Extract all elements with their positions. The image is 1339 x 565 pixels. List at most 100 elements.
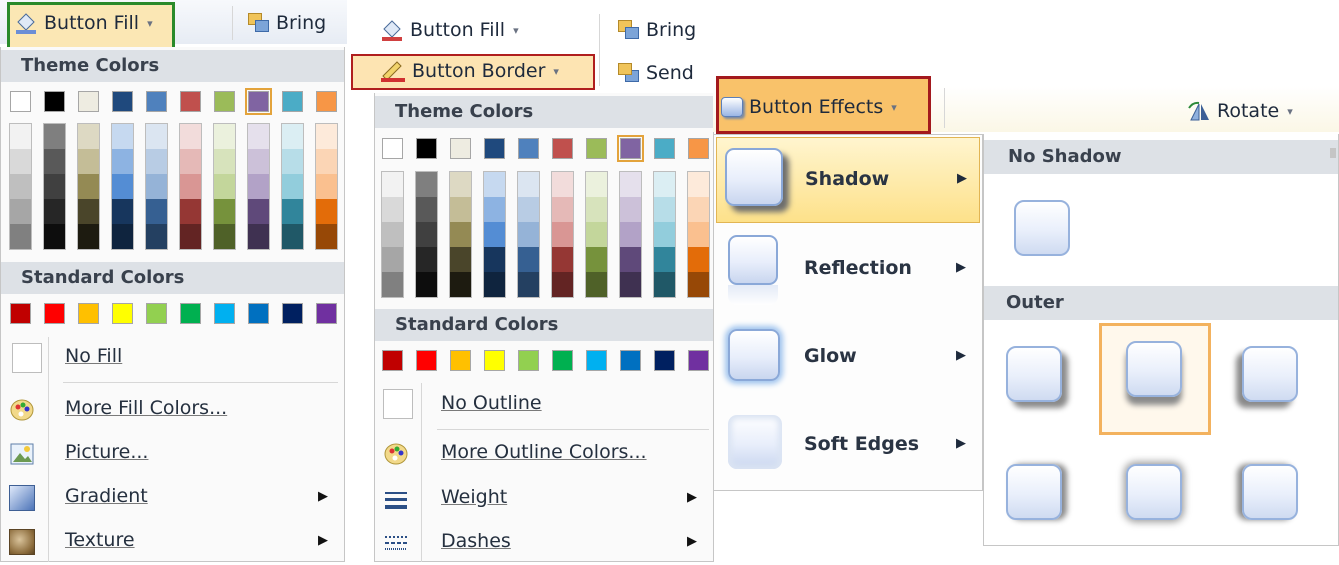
standard-color-swatch[interactable] xyxy=(450,350,471,371)
theme-shade-swatch[interactable] xyxy=(688,272,709,297)
theme-shade-swatch[interactable] xyxy=(44,224,65,249)
no-shadow-option[interactable] xyxy=(1014,200,1070,256)
theme-shade-swatch[interactable] xyxy=(10,199,31,224)
theme-shade-swatch[interactable] xyxy=(586,172,607,197)
theme-shade-swatch[interactable] xyxy=(112,124,133,149)
theme-shade-swatch[interactable] xyxy=(484,197,505,222)
theme-shade-swatch[interactable] xyxy=(44,174,65,199)
outer-shadow-option-6[interactable] xyxy=(1242,464,1298,520)
theme-color-swatch[interactable] xyxy=(316,91,337,112)
theme-shade-swatch[interactable] xyxy=(146,224,167,249)
scrollbar-thumb[interactable] xyxy=(1330,148,1336,158)
theme-color-swatch[interactable] xyxy=(180,91,201,112)
theme-shade-swatch[interactable] xyxy=(688,197,709,222)
effect-item-reflection[interactable]: Reflection ▶ xyxy=(716,227,980,313)
theme-shade-swatch[interactable] xyxy=(688,172,709,197)
theme-shade-swatch[interactable] xyxy=(484,272,505,297)
theme-shade-swatch[interactable] xyxy=(248,174,269,199)
theme-shade-swatch[interactable] xyxy=(654,247,675,272)
theme-shade-swatch[interactable] xyxy=(10,224,31,249)
theme-shade-swatch[interactable] xyxy=(620,197,641,222)
theme-shade-swatch[interactable] xyxy=(450,197,471,222)
theme-shade-swatch[interactable] xyxy=(316,149,337,174)
theme-shade-swatch[interactable] xyxy=(518,222,539,247)
theme-shade-swatch[interactable] xyxy=(10,124,31,149)
theme-shade-swatch[interactable] xyxy=(620,172,641,197)
outer-shadow-option-1[interactable] xyxy=(1006,346,1062,402)
chevron-down-icon[interactable]: ▾ xyxy=(891,101,897,114)
theme-shade-swatch[interactable] xyxy=(484,222,505,247)
menu-item-more-outline-colors[interactable]: More Outline Colors... xyxy=(375,432,713,476)
theme-shade-swatch[interactable] xyxy=(552,222,573,247)
theme-color-swatch[interactable] xyxy=(245,88,272,115)
theme-shade-swatch[interactable] xyxy=(10,174,31,199)
theme-color-swatch[interactable] xyxy=(416,138,437,159)
theme-color-swatch[interactable] xyxy=(44,91,65,112)
effect-item-glow[interactable]: Glow ▶ xyxy=(716,315,980,401)
theme-shade-swatch[interactable] xyxy=(112,149,133,174)
theme-color-swatch[interactable] xyxy=(518,138,539,159)
standard-color-swatch[interactable] xyxy=(654,350,675,371)
theme-shade-swatch[interactable] xyxy=(282,199,303,224)
theme-color-swatch[interactable] xyxy=(382,138,403,159)
chevron-down-icon[interactable]: ▾ xyxy=(1287,105,1293,118)
standard-color-swatch[interactable] xyxy=(112,303,133,324)
theme-shade-swatch[interactable] xyxy=(552,247,573,272)
chevron-down-icon[interactable]: ▾ xyxy=(553,65,559,78)
theme-shade-swatch[interactable] xyxy=(586,197,607,222)
theme-color-swatch[interactable] xyxy=(484,138,505,159)
standard-color-swatch[interactable] xyxy=(180,303,201,324)
theme-shade-swatch[interactable] xyxy=(112,199,133,224)
theme-shade-swatch[interactable] xyxy=(518,272,539,297)
theme-shade-swatch[interactable] xyxy=(10,149,31,174)
theme-shade-swatch[interactable] xyxy=(44,199,65,224)
standard-color-swatch[interactable] xyxy=(518,350,539,371)
standard-color-swatch[interactable] xyxy=(688,350,709,371)
menu-item-dashes[interactable]: Dashes ▶ xyxy=(375,521,713,565)
menu-item-texture[interactable]: Texture ▶ xyxy=(1,520,344,564)
theme-shade-swatch[interactable] xyxy=(146,149,167,174)
menu-item-no-fill[interactable]: No Fill xyxy=(1,336,344,380)
theme-shade-swatch[interactable] xyxy=(586,272,607,297)
theme-shade-swatch[interactable] xyxy=(78,149,99,174)
outer-shadow-option-3[interactable] xyxy=(1242,346,1298,402)
button-border-button[interactable]: Button Border ▾ xyxy=(380,60,559,82)
theme-shade-swatch[interactable] xyxy=(78,124,99,149)
theme-color-swatch[interactable] xyxy=(586,138,607,159)
rotate-button[interactable]: Rotate ▾ xyxy=(1187,100,1293,122)
theme-shade-swatch[interactable] xyxy=(316,174,337,199)
theme-shade-swatch[interactable] xyxy=(688,222,709,247)
theme-shade-swatch[interactable] xyxy=(180,149,201,174)
button-effects-button[interactable]: Button Effects ▾ xyxy=(721,96,897,118)
theme-shade-swatch[interactable] xyxy=(382,272,403,297)
theme-shade-swatch[interactable] xyxy=(382,247,403,272)
theme-color-swatch[interactable] xyxy=(146,91,167,112)
standard-color-swatch[interactable] xyxy=(416,350,437,371)
theme-shade-swatch[interactable] xyxy=(78,174,99,199)
theme-shade-swatch[interactable] xyxy=(248,224,269,249)
chevron-down-icon[interactable]: ▾ xyxy=(147,17,153,30)
theme-shade-swatch[interactable] xyxy=(44,149,65,174)
outer-shadow-option-5[interactable] xyxy=(1126,464,1182,520)
menu-item-picture[interactable]: Picture... xyxy=(1,432,344,476)
standard-color-swatch[interactable] xyxy=(44,303,65,324)
theme-shade-swatch[interactable] xyxy=(518,247,539,272)
menu-item-more-fill-colors[interactable]: More Fill Colors... xyxy=(1,388,344,432)
theme-shade-swatch[interactable] xyxy=(450,247,471,272)
theme-shade-swatch[interactable] xyxy=(688,247,709,272)
standard-color-swatch[interactable] xyxy=(146,303,167,324)
theme-shade-swatch[interactable] xyxy=(146,124,167,149)
theme-shade-swatch[interactable] xyxy=(282,149,303,174)
theme-shade-swatch[interactable] xyxy=(518,172,539,197)
standard-color-swatch[interactable] xyxy=(552,350,573,371)
theme-color-swatch[interactable] xyxy=(78,91,99,112)
effect-item-shadow[interactable]: Shadow ▶ xyxy=(716,137,980,223)
theme-color-swatch[interactable] xyxy=(617,135,644,162)
theme-color-swatch[interactable] xyxy=(282,91,303,112)
theme-color-swatch[interactable] xyxy=(552,138,573,159)
theme-color-swatch[interactable] xyxy=(10,91,31,112)
theme-shade-swatch[interactable] xyxy=(620,247,641,272)
theme-shade-swatch[interactable] xyxy=(450,222,471,247)
theme-shade-swatch[interactable] xyxy=(214,224,235,249)
theme-shade-swatch[interactable] xyxy=(552,272,573,297)
